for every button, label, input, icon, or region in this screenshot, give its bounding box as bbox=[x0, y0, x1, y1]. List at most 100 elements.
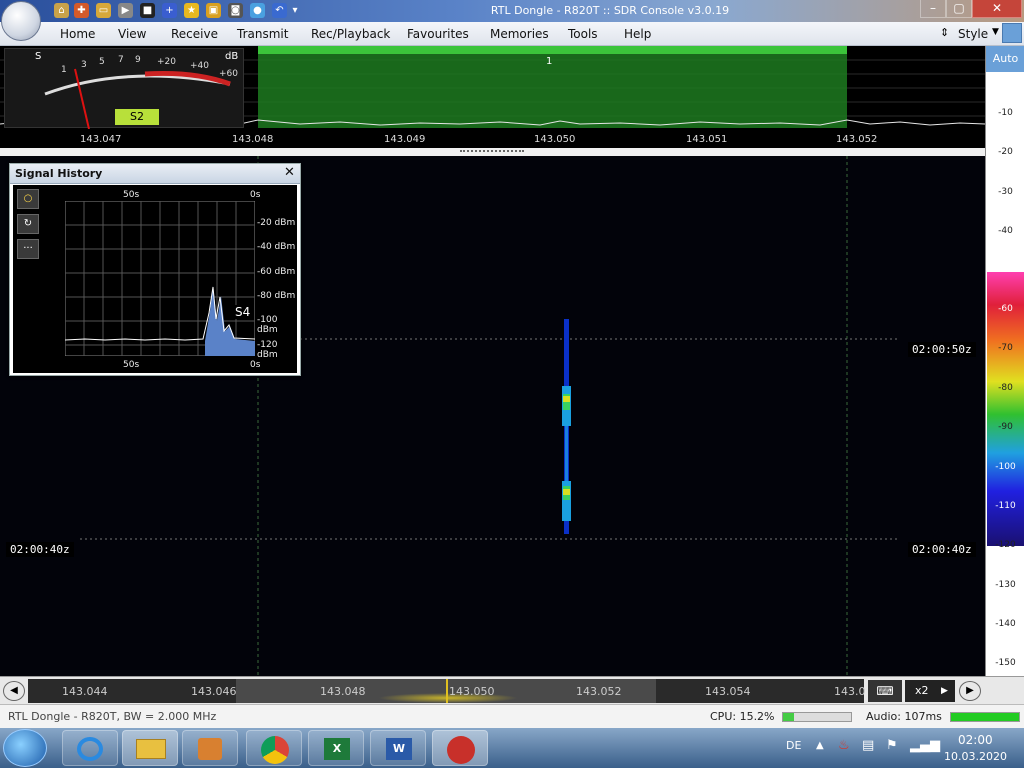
freq-tick: 143.051 bbox=[686, 134, 728, 145]
nav-freq: 143.050 bbox=[449, 685, 495, 698]
flag-icon[interactable]: ⚑ bbox=[886, 738, 898, 753]
time-axis-label: 50s bbox=[123, 190, 140, 200]
db-tick: -90 bbox=[998, 422, 1013, 432]
y-axis-label: -40 dBm bbox=[257, 242, 296, 252]
tab-receive[interactable]: Receive bbox=[171, 27, 218, 41]
time-marker: 02:00:50z bbox=[908, 342, 976, 357]
y-axis-label: -120 dBm bbox=[257, 340, 278, 360]
close-button[interactable]: ✕ bbox=[972, 0, 1022, 18]
media-player-icon[interactable] bbox=[182, 730, 238, 766]
chevron-right-icon: ▶ bbox=[941, 686, 948, 696]
auto-scale-button[interactable]: Auto bbox=[986, 46, 1024, 72]
time-axis-label: 0s bbox=[250, 360, 261, 370]
db-tick: -20 bbox=[998, 147, 1013, 157]
tab-memories[interactable]: Memories bbox=[490, 27, 549, 41]
smeter-tick: 5 bbox=[99, 57, 105, 67]
more-options-button[interactable]: ··· bbox=[17, 239, 39, 259]
home-icon[interactable]: ⌂ bbox=[54, 3, 69, 18]
db-tick: -110 bbox=[995, 501, 1016, 511]
clock-date[interactable]: 10.03.2020 bbox=[944, 750, 1007, 763]
signal-history-body: ○ ↻ ··· 50s 0s -20 dBm -40 dBm -60 dBm -… bbox=[13, 185, 297, 373]
cpu-usage: CPU: 15.2% bbox=[710, 710, 775, 723]
signal-history-panel: Signal History ✕ ○ ↻ ··· 50s 0s -20 dBm … bbox=[9, 163, 301, 376]
time-marker: 02:00:40z bbox=[908, 542, 976, 557]
star-icon[interactable]: ★ bbox=[184, 3, 199, 18]
smeter-tick: 1 bbox=[61, 65, 67, 75]
freq-tick: 143.050 bbox=[534, 134, 576, 145]
tab-rec-playback[interactable]: Rec/Playback bbox=[311, 27, 390, 41]
time-axis-label: 50s bbox=[123, 360, 140, 370]
frequency-band-scroller[interactable]: 143.044 143.046 143.048 143.050 143.052 … bbox=[28, 679, 866, 703]
panel-header[interactable]: Signal History ✕ bbox=[10, 164, 300, 184]
tab-home[interactable]: Home bbox=[60, 27, 95, 41]
nav-freq: 143.052 bbox=[576, 685, 622, 698]
play-icon[interactable]: ▶ bbox=[118, 3, 133, 18]
splitter-handle[interactable] bbox=[0, 148, 985, 156]
tab-view[interactable]: View bbox=[118, 27, 146, 41]
time-axis-label: 0s bbox=[250, 190, 261, 200]
cpu-progress-bar bbox=[782, 712, 852, 722]
chevron-up-icon[interactable]: ▲ bbox=[816, 740, 824, 751]
frequency-navigator: ◀ 143.044 143.046 143.048 143.050 143.05… bbox=[0, 676, 1024, 704]
style-arrows-icon[interactable]: ⇕ bbox=[940, 26, 949, 39]
device-tray-icon[interactable]: ▤ bbox=[862, 738, 874, 753]
freq-tick: 143.052 bbox=[836, 134, 878, 145]
db-unit-label: dB bbox=[225, 51, 239, 62]
sdr-console-icon[interactable] bbox=[432, 730, 488, 766]
panel-title: Signal History bbox=[15, 167, 103, 180]
quick-access-dropdown-icon[interactable]: ▾ bbox=[290, 3, 300, 18]
add-icon[interactable]: + bbox=[162, 3, 177, 18]
db-tick: -50 bbox=[998, 265, 1013, 275]
undo-icon[interactable]: ↶ bbox=[272, 3, 287, 18]
tab-transmit[interactable]: Transmit bbox=[237, 27, 288, 41]
time-marker: 02:00:40z bbox=[6, 542, 74, 557]
audio-level-bar bbox=[950, 712, 1020, 722]
nav-freq: 143.048 bbox=[320, 685, 366, 698]
tab-tools[interactable]: Tools bbox=[568, 27, 598, 41]
folder-icon[interactable]: ▭ bbox=[96, 3, 111, 18]
maximize-button[interactable]: ▢ bbox=[946, 0, 972, 18]
close-icon[interactable]: ✕ bbox=[284, 165, 295, 180]
freq-tick: 143.049 bbox=[384, 134, 426, 145]
tab-favourites[interactable]: Favourites bbox=[407, 27, 469, 41]
acrobat-tray-icon[interactable]: ♨ bbox=[838, 738, 850, 753]
style-menu[interactable]: Style bbox=[958, 27, 988, 41]
db-tick: -40 bbox=[998, 226, 1013, 236]
db-tick: -70 bbox=[998, 343, 1013, 353]
network-icon[interactable]: ▂▄▆ bbox=[910, 738, 940, 753]
start-button[interactable] bbox=[3, 729, 47, 767]
excel-icon[interactable]: X bbox=[308, 730, 364, 766]
record-button[interactable]: ○ bbox=[17, 189, 39, 209]
lifebuoy-icon[interactable]: ✚ bbox=[74, 3, 89, 18]
settings-icon[interactable] bbox=[1002, 23, 1022, 43]
scroll-right-button[interactable]: ▶ bbox=[959, 681, 981, 701]
keyboard-icon[interactable]: ⌨ bbox=[868, 680, 902, 702]
minimize-button[interactable]: – bbox=[920, 0, 946, 18]
db-tick: -10 bbox=[998, 108, 1013, 118]
word-icon[interactable]: W bbox=[370, 730, 426, 766]
y-axis-label: -100 dBm bbox=[257, 315, 278, 335]
app-menu-orb[interactable] bbox=[1, 1, 41, 41]
ribbon-tabs: Home View Receive Transmit Rec/Playback … bbox=[0, 22, 1024, 46]
channel-marker-label: 1 bbox=[546, 56, 553, 67]
chrome-icon[interactable] bbox=[246, 730, 302, 766]
reset-button[interactable]: ↻ bbox=[17, 214, 39, 234]
lock-icon[interactable]: ▣ bbox=[206, 3, 221, 18]
nav-freq: 143.054 bbox=[705, 685, 751, 698]
y-axis-label: -20 dBm bbox=[257, 218, 296, 228]
scroll-left-button[interactable]: ◀ bbox=[3, 681, 25, 701]
clock-time[interactable]: 02:00 bbox=[958, 733, 993, 747]
zoom-selector[interactable]: x2 ▶ bbox=[905, 680, 955, 702]
title-bar: RTL Dongle - R820T :: SDR Console v3.0.1… bbox=[0, 0, 1024, 22]
language-indicator[interactable]: DE bbox=[786, 739, 801, 752]
chevron-down-icon[interactable]: ▼ bbox=[992, 27, 999, 37]
tab-help[interactable]: Help bbox=[624, 27, 651, 41]
camera-icon[interactable]: ◙ bbox=[228, 3, 243, 18]
freq-tick: 143.047 bbox=[80, 134, 122, 145]
stop-icon[interactable]: ■ bbox=[140, 3, 155, 18]
explorer-icon[interactable] bbox=[122, 730, 178, 766]
audio-latency: Audio: 107ms bbox=[866, 710, 942, 723]
windows-taskbar: X W DE ▲ ♨ ▤ ⚑ ▂▄▆ 02:00 10.03.2020 bbox=[0, 728, 1024, 768]
internet-explorer-icon[interactable] bbox=[62, 730, 118, 766]
drop-icon[interactable]: ● bbox=[250, 3, 265, 18]
